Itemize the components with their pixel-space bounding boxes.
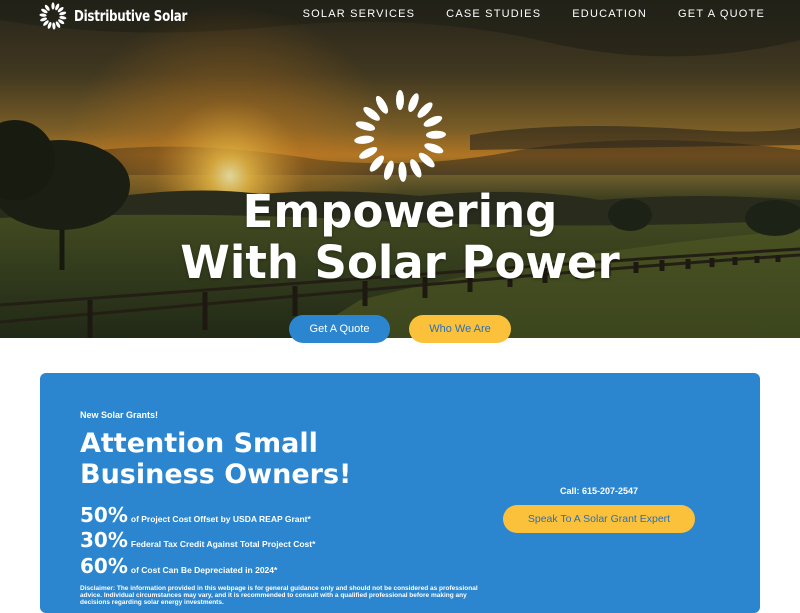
nav-item-case-studies[interactable]: CASE STUDIES [446, 8, 541, 20]
stat-percent: 60% [80, 554, 128, 578]
hero-headline-line2: With Solar Power [180, 236, 620, 289]
stat-percent: 30% [80, 528, 128, 552]
stat-description: of Cost Can Be Depreciated in 2024* [130, 565, 278, 575]
phone-number[interactable]: Call: 615-207-2547 [503, 486, 695, 496]
speak-to-expert-button[interactable]: Speak To A Solar Grant Expert [503, 505, 695, 533]
who-we-are-button[interactable]: Who We Are [409, 315, 511, 343]
nav-item-education[interactable]: EDUCATION [572, 8, 647, 20]
brand-name: Distributive Solar [74, 7, 188, 25]
get-a-quote-button[interactable]: Get A Quote [289, 315, 390, 343]
sun-rays-icon [39, 2, 67, 30]
grant-kicker: New Solar Grants! [80, 410, 159, 420]
grant-stat: 30% Federal Tax Credit Against Total Pro… [80, 528, 315, 552]
stat-description: of Project Cost Offset by USDA REAP Gran… [130, 514, 311, 524]
grant-stat: 60% of Cost Can Be Depreciated in 2024* [80, 554, 277, 578]
sun-rays-icon [354, 90, 446, 182]
solar-grant-card: New Solar Grants! Attention Small Busine… [40, 373, 760, 613]
main-nav: SOLAR SERVICES CASE STUDIES EDUCATION GE… [272, 8, 765, 20]
stat-percent: 50% [80, 503, 128, 527]
hero-headline-line1: Empowering [242, 185, 558, 238]
hero-headline: Empowering With Solar Power [0, 186, 800, 288]
stat-description: Federal Tax Credit Against Total Project… [130, 539, 316, 549]
grant-title-line1: Attention Small [80, 428, 318, 459]
brand-logo[interactable]: Distributive Solar [34, 2, 214, 30]
grant-title-line2: Business Owners! [80, 459, 352, 490]
nav-item-get-a-quote[interactable]: GET A QUOTE [678, 8, 765, 20]
grant-title: Attention Small Business Owners! [80, 428, 440, 490]
nav-item-solar-services[interactable]: SOLAR SERVICES [303, 8, 416, 20]
grant-disclaimer: Disclaimer: The information provided in … [80, 585, 478, 606]
grant-stat: 50% of Project Cost Offset by USDA REAP … [80, 503, 311, 527]
